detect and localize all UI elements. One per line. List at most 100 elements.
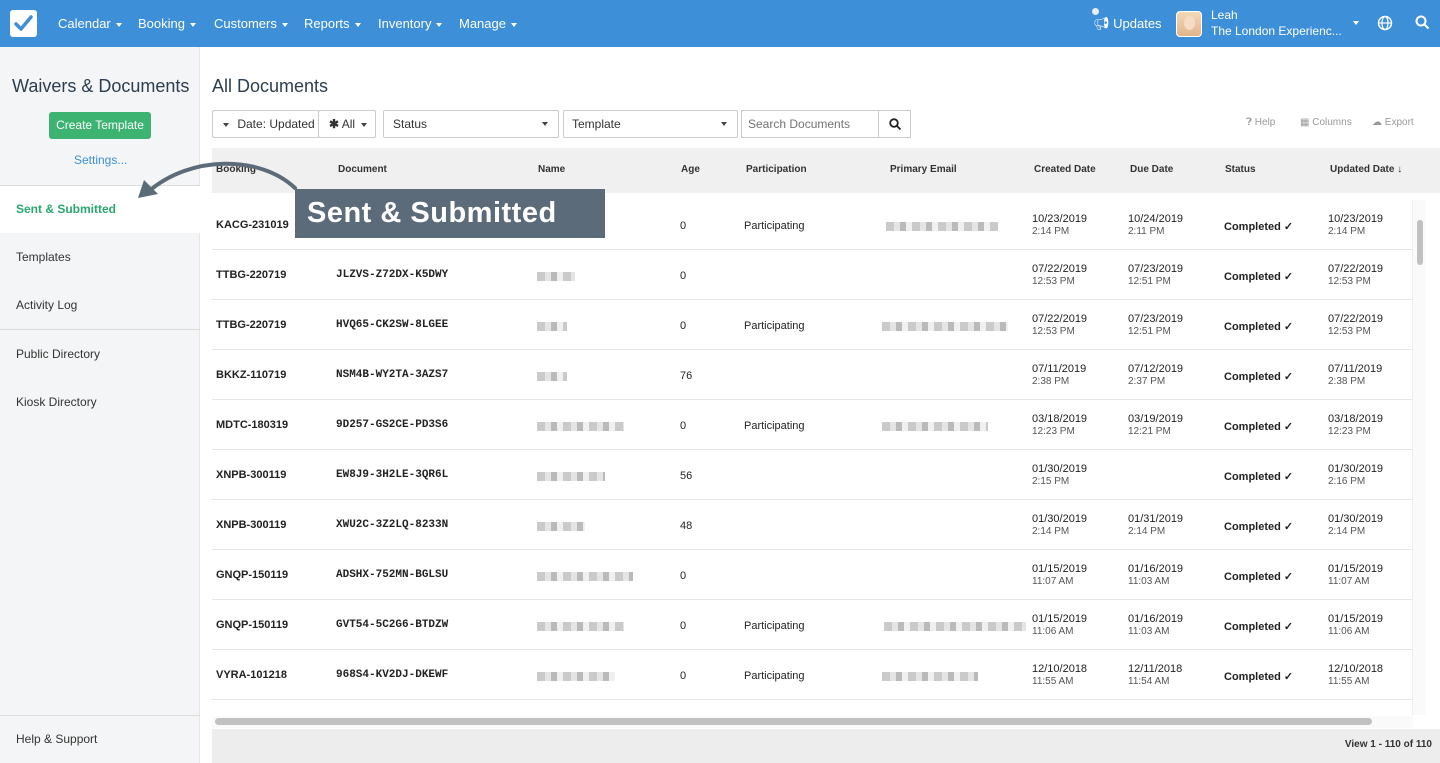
column-header-status[interactable]: Status	[1225, 164, 1256, 175]
document-cell[interactable]: 9D257-GS2CE-PD3S6	[336, 419, 448, 431]
chevron-down-icon[interactable]	[1353, 21, 1359, 25]
avatar[interactable]	[1176, 11, 1202, 37]
booking-cell[interactable]: GNQP-150119	[216, 569, 288, 581]
search-documents-input[interactable]	[741, 110, 879, 138]
document-cell[interactable]: 968S4-KV2DJ-DKEWF	[336, 669, 448, 681]
due-date-cell: 01/16/2019 11:03 AM	[1128, 613, 1183, 638]
settings-link[interactable]: Settings...	[74, 153, 127, 167]
updates-button[interactable]: 📢︎ Updates	[1093, 16, 1162, 32]
sidebar-item-kiosk-directory[interactable]: Kiosk Directory	[16, 395, 97, 409]
booking-cell[interactable]: BKKZ-110719	[216, 369, 286, 381]
table-row[interactable]: XNPB-300119 EW8J9-3H2LE-3QR6L 56 01/30/2019…	[212, 450, 1413, 500]
time-text: 2:14 PM	[1128, 526, 1166, 537]
nav-booking[interactable]: Booking	[138, 16, 196, 31]
sidebar-item-templates[interactable]: Templates	[16, 250, 71, 264]
app-logo-icon[interactable]	[10, 10, 37, 37]
booking-cell[interactable]: TTBG-220719	[216, 319, 286, 331]
date-filter-dropdown[interactable]: Date: Updated	[212, 110, 319, 138]
column-header-primary-email[interactable]: Primary Email	[890, 164, 957, 175]
date-text: 01/15/2019	[1032, 613, 1088, 625]
nav-manage[interactable]: Manage	[459, 16, 517, 31]
table-row[interactable]: BKKZ-110719 NSM4B-WY2TA-3AZS7 76 07/11/2019…	[212, 350, 1413, 400]
avatar-face	[1184, 16, 1195, 30]
table-row[interactable]: GNQP-150119 ADSHX-752MN-BGLSU 0 01/15/2019 1…	[212, 550, 1413, 600]
time-text: 11:03 AM	[1128, 626, 1170, 637]
column-header-age[interactable]: Age	[681, 164, 700, 175]
asterisk-icon: ✱	[329, 117, 340, 131]
nav-inventory[interactable]: Inventory	[378, 16, 443, 31]
date-text: 10/23/2019	[1328, 213, 1384, 225]
divider	[0, 715, 200, 716]
date-text: 01/30/2019	[1328, 463, 1384, 475]
date-text: 01/15/2019	[1328, 563, 1384, 575]
date-text: 01/30/2019	[1032, 463, 1088, 475]
help-tool[interactable]: ❓︎ Help	[1246, 117, 1275, 128]
booking-cell[interactable]: KACG-231019	[216, 219, 289, 231]
date-text: 07/22/2019	[1328, 263, 1384, 275]
vertical-scrollbar[interactable]	[1412, 200, 1426, 715]
column-header-due-date[interactable]: Due Date	[1130, 164, 1173, 175]
table-row[interactable]: VYRA-101218 968S4-KV2DJ-DKEWF 0 Participati…	[212, 650, 1413, 700]
time-text: 12:53 PM	[1032, 326, 1075, 337]
document-cell[interactable]: JLZVS-Z72DX-K5DWY	[336, 269, 448, 281]
scrollbar-thumb[interactable]	[215, 718, 1372, 725]
scope-filter-dropdown[interactable]: ✱ All	[318, 110, 376, 138]
date-text: 10/23/2019	[1032, 213, 1088, 225]
time-text: 12:21 PM	[1128, 426, 1171, 437]
created-date-cell: 07/22/2019 12:53 PM	[1032, 313, 1087, 338]
search-button[interactable]	[878, 110, 911, 138]
time-text: 2:38 PM	[1328, 376, 1366, 387]
age-cell: 0	[680, 220, 687, 232]
horizontal-scrollbar[interactable]	[212, 716, 1413, 728]
document-cell[interactable]: XWU2C-3Z2LQ-8233N	[336, 519, 448, 531]
table-row[interactable]: MDTC-180319 9D257-GS2CE-PD3S6 0 Participati…	[212, 400, 1413, 450]
time-text: 2:11 PM	[1128, 226, 1165, 237]
document-cell[interactable]: ADSHX-752MN-BGLSU	[336, 569, 448, 581]
updated-date-cell: 03/18/2019 12:23 PM	[1328, 413, 1383, 438]
template-filter-dropdown[interactable]: Template	[563, 110, 738, 138]
create-template-button[interactable]: Create Template	[49, 112, 151, 139]
column-header-participation[interactable]: Participation	[746, 164, 807, 175]
sidebar-item-public-directory[interactable]: Public Directory	[16, 347, 100, 361]
sidebar-item-activity-log[interactable]: Activity Log	[16, 298, 77, 312]
user-company[interactable]: The London Experienc...	[1211, 24, 1342, 38]
column-header-name[interactable]: Name	[538, 164, 565, 175]
table-row[interactable]: TTBG-220719 JLZVS-Z72DX-K5DWY 0 07/22/2019 1…	[212, 250, 1413, 300]
globe-icon[interactable]	[1377, 15, 1393, 31]
document-cell[interactable]: HVQ65-CK2SW-8LGEE	[336, 319, 448, 331]
status-cell: Completed ✓	[1224, 271, 1294, 283]
sidebar-item-help-support[interactable]: Help & Support	[16, 732, 97, 746]
time-text: 12:51 PM	[1128, 326, 1171, 337]
booking-cell[interactable]: XNPB-300119	[216, 469, 286, 481]
table-row[interactable]: GNQP-150119 GVT54-5C2G6-BTDZW 0 Participati…	[212, 600, 1413, 650]
status-filter-dropdown[interactable]: Status	[383, 110, 559, 138]
booking-cell[interactable]: VYRA-101218	[216, 669, 287, 681]
nav-customers[interactable]: Customers	[214, 16, 288, 31]
booking-cell[interactable]: GNQP-150119	[216, 619, 288, 631]
redacted-name	[537, 422, 624, 431]
participation-cell: Participating	[744, 670, 805, 682]
time-text: 12:23 PM	[1032, 426, 1075, 437]
user-name[interactable]: Leah	[1211, 8, 1238, 22]
date-text: 01/15/2019	[1032, 563, 1088, 575]
export-tool[interactable]: ☁︎ Export	[1372, 117, 1414, 128]
column-header-document[interactable]: Document	[338, 164, 387, 175]
search-icon[interactable]	[1415, 15, 1430, 30]
document-cell[interactable]: GVT54-5C2G6-BTDZW	[336, 619, 448, 631]
booking-cell[interactable]: TTBG-220719	[216, 269, 286, 281]
table-row[interactable]: TTBG-220719 HVQ65-CK2SW-8LGEE 0 Participati…	[212, 300, 1413, 350]
status-cell: Completed ✓	[1224, 221, 1294, 233]
nav-reports[interactable]: Reports	[304, 16, 361, 31]
column-header-updated-date[interactable]: Updated Date ↓	[1330, 164, 1402, 175]
booking-cell[interactable]: XNPB-300119	[216, 519, 286, 531]
table-footer: View 1 - 110 of 110	[212, 729, 1440, 763]
column-header-created-date[interactable]: Created Date	[1034, 164, 1096, 175]
table-row[interactable]: XNPB-300119 XWU2C-3Z2LQ-8233N 48 01/30/2019…	[212, 500, 1413, 550]
nav-calendar[interactable]: Calendar	[58, 16, 122, 31]
due-date-cell: 01/31/2019 2:14 PM	[1128, 513, 1183, 538]
document-cell[interactable]: EW8J9-3H2LE-3QR6L	[336, 469, 448, 481]
document-cell[interactable]: NSM4B-WY2TA-3AZS7	[336, 369, 448, 381]
booking-cell[interactable]: MDTC-180319	[216, 419, 288, 431]
scrollbar-thumb[interactable]	[1417, 220, 1423, 265]
columns-tool[interactable]: ▦ Columns	[1300, 117, 1352, 128]
